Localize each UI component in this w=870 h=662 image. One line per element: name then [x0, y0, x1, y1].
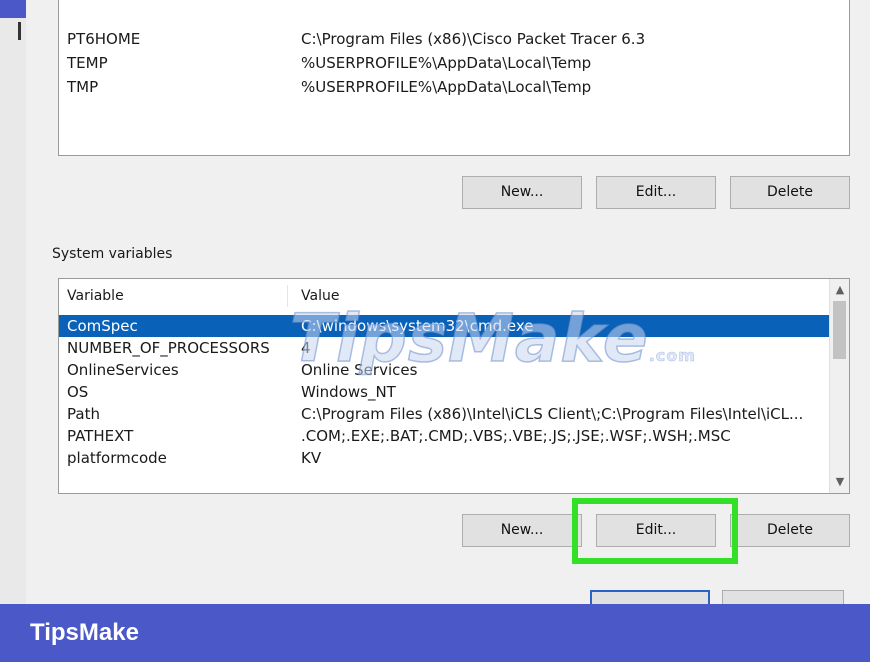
variable-value: KV [301, 449, 322, 467]
list-item[interactable]: PT6HOME C:\Program Files (x86)\Cisco Pac… [59, 28, 849, 50]
edit-button-highlight [572, 498, 738, 564]
variable-name: ComSpec [67, 317, 138, 335]
variable-name: NUMBER_OF_PROCESSORS [67, 339, 270, 357]
column-header-variable[interactable]: Variable [67, 279, 124, 313]
table-row[interactable]: OS Windows_NT [59, 381, 829, 403]
variable-value: C:\Program Files (x86)\Intel\iCLS Client… [301, 405, 804, 423]
system-new-button[interactable]: New... [462, 514, 582, 547]
vertical-scrollbar[interactable]: ▲ ▼ [829, 279, 849, 493]
system-delete-button[interactable]: Delete [730, 514, 850, 547]
variable-name: TEMP [67, 54, 108, 72]
variable-value: 4 [301, 339, 311, 357]
system-variables-label: System variables [52, 246, 173, 262]
column-header-value[interactable]: Value [301, 279, 339, 313]
column-divider [287, 285, 288, 307]
variable-value: Online Services [301, 361, 418, 379]
chevron-up-icon[interactable]: ▲ [830, 281, 849, 299]
variable-value: Windows_NT [301, 383, 396, 401]
variable-value: %USERPROFILE%\AppData\Local\Temp [301, 78, 592, 96]
user-variables-list[interactable]: PT6HOME C:\Program Files (x86)\Cisco Pac… [58, 0, 850, 156]
variable-value: .COM;.EXE;.BAT;.CMD;.VBS;.VBE;.JS;.JSE;.… [301, 427, 731, 445]
table-row[interactable]: PATHEXT .COM;.EXE;.BAT;.CMD;.VBS;.VBE;.J… [59, 425, 829, 447]
brand-footer: TipsMake [0, 604, 870, 662]
variable-value: C:\Program Files (x86)\Cisco Packet Trac… [301, 30, 646, 48]
variable-name: OS [67, 383, 89, 401]
variable-name: platformcode [67, 449, 167, 467]
variable-name: Path [67, 405, 100, 423]
variable-name: OnlineServices [67, 361, 179, 379]
list-item[interactable]: TMP %USERPROFILE%\AppData\Local\Temp [59, 76, 849, 98]
scroll-thumb[interactable] [833, 301, 846, 359]
table-row[interactable]: ComSpec C:\windows\system32\cmd.exe [59, 315, 829, 337]
list-item[interactable]: TEMP %USERPROFILE%\AppData\Local\Temp [59, 52, 849, 74]
variable-name: PT6HOME [67, 30, 141, 48]
chevron-down-icon[interactable]: ▼ [830, 473, 849, 491]
table-row[interactable]: platformcode KV [59, 447, 829, 469]
user-delete-button[interactable]: Delete [730, 176, 850, 209]
variable-value: %USERPROFILE%\AppData\Local\Temp [301, 54, 592, 72]
brand-name: TipsMake [30, 619, 139, 646]
user-new-button[interactable]: New... [462, 176, 582, 209]
window-edge [18, 22, 21, 40]
variable-name: TMP [67, 78, 99, 96]
list-header: Variable Value [59, 279, 829, 311]
table-row[interactable]: Path C:\Program Files (x86)\Intel\iCLS C… [59, 403, 829, 425]
table-row[interactable]: OnlineServices Online Services [59, 359, 829, 381]
table-row[interactable]: NUMBER_OF_PROCESSORS 4 [59, 337, 829, 359]
variable-value: C:\windows\system32\cmd.exe [301, 317, 534, 335]
variable-name: PATHEXT [67, 427, 134, 445]
system-variables-list[interactable]: Variable Value ComSpec C:\windows\system… [58, 278, 850, 494]
user-edit-button[interactable]: Edit... [596, 176, 716, 209]
